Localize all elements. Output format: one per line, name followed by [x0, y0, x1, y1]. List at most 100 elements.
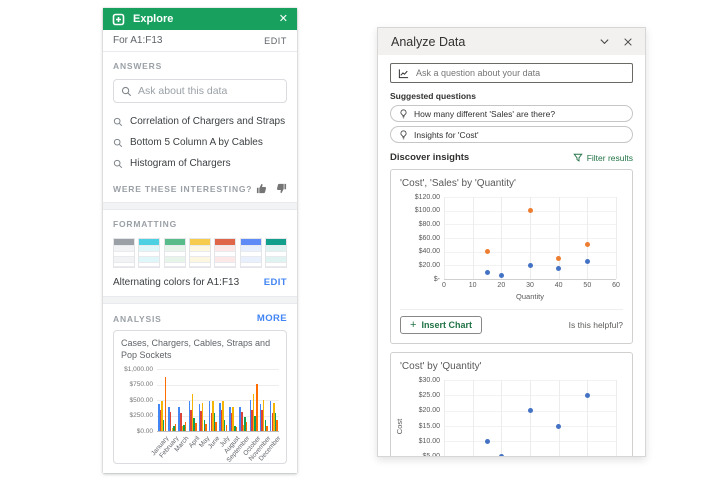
analyze-search-input[interactable] — [416, 68, 625, 78]
analyze-search-box[interactable] — [390, 63, 633, 83]
bar-pop-sockets — [276, 419, 278, 432]
scatter-xaxis-title: Quantity — [516, 292, 544, 301]
scatter-gridline — [616, 380, 617, 456]
scatter-xtick-label: 40 — [554, 282, 563, 289]
answer-suggestion-item[interactable]: Bottom 5 Column A by Cables — [113, 132, 287, 153]
analysis-more-button[interactable]: MORE — [257, 313, 287, 324]
bar-pop-sockets — [174, 423, 177, 432]
search-icon — [113, 159, 123, 168]
chart-query-icon — [398, 68, 409, 78]
section-divider — [103, 202, 297, 210]
bar-pop-sockets — [256, 383, 258, 432]
alt-color-swatch-blue[interactable] — [239, 238, 262, 268]
search-icon — [113, 138, 123, 147]
data-point-cost — [584, 259, 590, 265]
bar-pop-sockets — [245, 422, 248, 432]
lightbulb-icon — [400, 129, 407, 139]
close-icon[interactable] — [623, 37, 633, 47]
suggested-question-label: How many different 'Sales' are there? — [414, 108, 556, 119]
suggested-question-pill[interactable]: Insights for 'Cost' — [390, 126, 633, 143]
scatter-gridline — [530, 380, 531, 456]
scatter-ytick-label: $5.00 — [422, 453, 440, 457]
bar-ytick-label: $750.00 — [129, 381, 154, 389]
scatter-xtick-label: 10 — [468, 282, 477, 289]
answers-suggestion-list: Correlation of Chargers and Straps Bottom… — [113, 111, 287, 174]
data-point-cost — [484, 269, 490, 275]
thumbs-up-icon[interactable] — [256, 183, 267, 194]
scatter-ytick-label: $120.00 — [414, 193, 440, 201]
scatter-gridline — [558, 380, 560, 456]
bar-gridline — [157, 384, 279, 386]
scatter-xtick-label: 0 — [442, 282, 446, 289]
bar-pop-sockets — [164, 376, 167, 432]
analyze-panel-header: Analyze Data — [378, 28, 645, 55]
scatter-yaxis-title: Cost — [395, 418, 405, 435]
search-icon — [121, 86, 132, 96]
chevron-down-icon[interactable] — [599, 36, 610, 47]
suggested-question-pill[interactable]: How many different 'Sales' are there? — [390, 105, 633, 122]
scatter2-title: 'Cost' by 'Quantity' — [400, 361, 482, 372]
is-this-helpful-link[interactable]: Is this helpful? — [482, 320, 623, 330]
answer-suggestion-label: Correlation of Chargers and Straps — [130, 116, 286, 127]
bar-gridline — [157, 431, 279, 433]
scatter-gridline — [472, 197, 474, 279]
scatter1-title: 'Cost', 'Sales' by 'Quantity' — [400, 178, 516, 189]
data-point-cost — [527, 262, 533, 268]
answer-suggestion-item[interactable]: Correlation of Chargers and Straps — [113, 111, 287, 132]
bar-pop-sockets — [184, 422, 187, 432]
scatter-ytick-label: $25.00 — [418, 391, 440, 399]
scatter-x-axis — [444, 279, 616, 280]
scatter-ytick-label: $20.00 — [418, 407, 440, 415]
scatter-gridline — [587, 197, 589, 279]
explore-panel-title: Explore — [133, 13, 174, 25]
explore-panel: Explore ✕ For A1:F13 EDIT ANSWERS Correl… — [103, 8, 297, 473]
data-point-cost — [498, 273, 504, 279]
scatter-gridline — [501, 197, 503, 279]
funnel-icon — [573, 153, 583, 162]
suggested-questions-heading: Suggested questions — [390, 91, 476, 101]
alt-color-swatch-teal[interactable] — [265, 238, 288, 268]
range-label: For A1:F13 — [113, 35, 163, 46]
close-icon[interactable]: ✕ — [279, 13, 288, 25]
data-point-cost — [498, 454, 504, 456]
explore-icon — [112, 13, 125, 25]
bar-pop-sockets — [235, 427, 238, 432]
alt-color-swatch-yellow[interactable] — [189, 238, 211, 268]
alt-color-swatch-gray[interactable] — [113, 238, 135, 268]
discover-insights-heading: Discover insights — [390, 152, 470, 163]
explore-search-input[interactable] — [138, 85, 279, 97]
scatter-xtick-label: 50 — [583, 282, 592, 289]
range-edit-button[interactable]: EDIT — [264, 36, 287, 46]
scatter-ytick-label: $20.00 — [418, 261, 440, 269]
bar-pop-sockets — [205, 423, 207, 432]
alt-color-swatch-red[interactable] — [214, 238, 237, 268]
data-point-cost — [527, 408, 533, 414]
analysis-section: ANALYSIS MORE Cases, Chargers, Cables, S… — [103, 304, 297, 472]
answer-suggestion-label: Histogram of Chargers — [130, 158, 231, 169]
answer-suggestion-label: Bottom 5 Column A by Cables — [130, 137, 263, 148]
scatter-gridline — [472, 380, 474, 456]
thumbs-down-icon[interactable] — [276, 183, 287, 194]
data-point-cost — [556, 266, 562, 272]
explore-panel-header: Explore ✕ — [103, 8, 297, 30]
section-divider — [103, 296, 297, 304]
bar-ytick-label: $250.00 — [129, 412, 154, 420]
insert-chart-button[interactable]: + Insert Chart — [400, 316, 482, 334]
formatting-heading: FORMATTING — [113, 219, 178, 229]
analysis-chart-card[interactable]: Cases, Chargers, Cables, Straps and Pop … — [113, 330, 287, 464]
scatter-xtick-label: 30 — [526, 282, 534, 289]
alt-color-swatch-cyan[interactable] — [138, 238, 161, 268]
answers-heading: ANSWERS — [113, 61, 163, 71]
formatting-edit-button[interactable]: EDIT — [264, 277, 287, 288]
data-point-sales — [527, 208, 533, 214]
insert-chart-label: Insert Chart — [421, 320, 472, 330]
explore-search-box[interactable] — [113, 79, 287, 103]
cost-sales-scatter-chart: $- $20.00 $40.00 $60.00 $80.00 $100.00 $120.00… — [400, 189, 623, 307]
filter-results-button[interactable]: Filter results — [573, 153, 633, 163]
data-point-sales — [584, 242, 590, 248]
bar-gridline — [157, 400, 279, 402]
answer-suggestion-item[interactable]: Histogram of Chargers — [113, 153, 287, 174]
scatter-ytick-label: $10.00 — [418, 437, 440, 445]
alt-color-swatch-green[interactable] — [163, 238, 186, 268]
bar-pop-sockets — [266, 425, 268, 432]
